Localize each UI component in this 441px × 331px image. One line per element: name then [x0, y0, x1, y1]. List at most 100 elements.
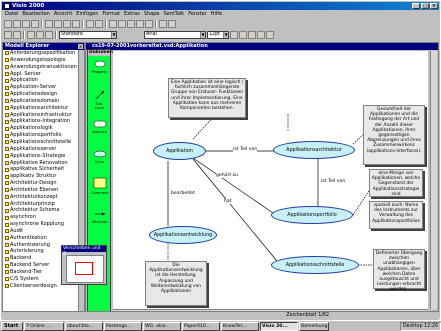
tree-item[interactable]: Anwendungstransaktionen: [5, 64, 84, 71]
stencil-instance[interactable]: Instance: [91, 120, 108, 134]
size-combo[interactable]: 12pt ▼: [207, 31, 229, 39]
close-icon[interactable]: ×: [78, 44, 83, 49]
tree-item[interactable]: Application-Server: [5, 84, 84, 91]
connector-tool-icon[interactable]: [118, 20, 126, 28]
tree-item[interactable]: Architektur-Design: [5, 180, 84, 187]
node-applikationsarchitektur[interactable]: Applikationsarchitektur: [273, 141, 355, 159]
style-combo[interactable]: Standard ▼: [59, 31, 117, 39]
tree-item[interactable]: Applikations-Strategie: [5, 153, 84, 160]
font-combo[interactable]: Arial ▼: [144, 31, 206, 39]
tree-item[interactable]: applikativ Struktur: [5, 173, 84, 180]
tree-item[interactable]: Applikative Renovation: [5, 160, 84, 167]
menu-format[interactable]: Format: [102, 11, 120, 18]
line-tool-icon[interactable]: [145, 20, 153, 28]
task-visio[interactable]: Visio 20...: [260, 321, 298, 331]
tree-item[interactable]: Applikationsportfolio: [5, 132, 84, 139]
line-color-icon[interactable]: [257, 31, 265, 39]
note-architektur[interactable]: Gesamtheit der Applikationen und die Fes…: [363, 105, 425, 165]
note-applikation[interactable]: Eine Applikation ist eine logisch / fach…: [168, 78, 246, 118]
tree-item[interactable]: Applicationsdesign: [5, 91, 84, 98]
undo-icon[interactable]: [86, 20, 94, 28]
tree-item[interactable]: Applikationsarchitektur: [5, 105, 84, 112]
task-t-online[interactable]: T-Online ...: [24, 321, 64, 331]
zoom-icon[interactable]: [159, 20, 167, 28]
pan-zoom-preview[interactable]: [66, 255, 104, 283]
tree-item[interactable]: Applikationsserver: [5, 146, 84, 153]
menu-datei[interactable]: Datei: [5, 11, 18, 18]
tray-desktop-label[interactable]: Desktop: [403, 324, 423, 329]
stencil-property[interactable]: Property: [91, 60, 108, 74]
pan-zoom-window[interactable]: Verschieben und Z...: [61, 245, 107, 285]
task-posteingang[interactable]: Postengs...: [104, 321, 142, 331]
tree-item[interactable]: Applikations-Integration: [5, 118, 84, 125]
fill-color-icon[interactable]: [266, 31, 274, 39]
format-painter-icon[interactable]: [72, 20, 80, 28]
tree-item[interactable]: Anwendungstopologie: [5, 57, 84, 64]
help-icon[interactable]: [168, 20, 176, 28]
pointer-tool-icon[interactable]: [109, 20, 117, 28]
open-icon[interactable]: [13, 20, 21, 28]
tree-item[interactable]: Architektur Schema: [5, 207, 84, 214]
underline-icon[interactable]: [45, 31, 53, 39]
tree-item[interactable]: applikative Sicherheit: [5, 166, 84, 173]
menu-ansicht[interactable]: Ansicht: [54, 11, 72, 18]
tree-item[interactable]: Appl. Server: [5, 71, 84, 78]
task-bemerkung[interactable]: Bemerkung...: [299, 321, 329, 331]
task-paper[interactable]: Paper010...: [182, 321, 220, 331]
copy-icon[interactable]: [54, 20, 62, 28]
stencil-class[interactable]: Class: [91, 150, 108, 164]
tree-item[interactable]: Applikationsinfrastruktur: [5, 112, 84, 119]
viewport-rectangle[interactable]: [75, 262, 93, 275]
drawing-canvas[interactable]: Applikation Applikationsarchitektur Appl…: [113, 51, 428, 309]
close-button[interactable]: ×: [430, 3, 438, 9]
stencil-attribute[interactable]: Attribute: [91, 210, 108, 224]
tree-item[interactable]: Architekturkonzept: [5, 194, 84, 201]
align-left-icon[interactable]: [230, 31, 238, 39]
menu-fenster[interactable]: Fenster: [188, 11, 207, 18]
maximize-button[interactable]: □: [421, 3, 429, 9]
menu-semtalk[interactable]: SemTalk: [163, 11, 184, 18]
tree-item[interactable]: Anforderungsspezifikation: [5, 50, 84, 57]
tree-item[interactable]: Audit: [5, 228, 84, 235]
style-icon[interactable]: [4, 31, 12, 39]
node-applikation[interactable]: Applikation: [153, 142, 206, 160]
tree-item[interactable]: Architektur Ebenen: [5, 187, 84, 194]
rectangle-tool-icon[interactable]: [136, 20, 144, 28]
text-tool-icon[interactable]: [127, 20, 135, 28]
save-icon[interactable]: [22, 20, 30, 28]
tree-item[interactable]: Applikationslogik: [5, 125, 84, 132]
tree-item[interactable]: asynchron: [5, 214, 84, 221]
tree-item[interactable]: Authentikation: [5, 235, 84, 242]
note-portfolio-instrument[interactable]: speziell auch: Name des Instruments zur …: [369, 201, 423, 229]
layer-icon[interactable]: [13, 31, 21, 39]
stencil-comment[interactable]: Comment: [91, 177, 109, 195]
note-portfolio-menge[interactable]: eine Menge von Applikationen, welche Geg…: [369, 169, 423, 197]
tree-item[interactable]: Applikationsschnittstelle: [5, 139, 84, 146]
task-wg-akiv[interactable]: WG: akiv...: [143, 321, 181, 331]
tree-item[interactable]: Architekturprinzip: [5, 201, 84, 208]
node-applikationsportfolio[interactable]: Applikationsportfolio: [271, 206, 353, 224]
note-entwicklung[interactable]: Die Applikationsentwicklung ist die Hers…: [145, 261, 207, 306]
menu-bearbeiten[interactable]: Bearbeiten: [22, 11, 49, 18]
bold-icon[interactable]: [27, 31, 35, 39]
paste-icon[interactable]: [63, 20, 71, 28]
print-icon[interactable]: [31, 20, 39, 28]
menu-einfuegen[interactable]: Einfügen: [76, 11, 98, 18]
vertical-scrollbar[interactable]: [430, 51, 437, 309]
task-knowtec[interactable]: KnowTec...: [221, 321, 259, 331]
minimize-button[interactable]: _: [412, 3, 420, 9]
italic-icon[interactable]: [36, 31, 44, 39]
cut-icon[interactable]: [45, 20, 53, 28]
start-button[interactable]: Start: [1, 321, 23, 331]
menu-hilfe[interactable]: Hilfe: [211, 11, 222, 18]
node-applikationsschnittstelle[interactable]: Applikationsschnittstelle: [271, 256, 359, 274]
stencil-subclass[interactable]: Sub-Class: [91, 90, 108, 110]
node-applikationsentwicklung[interactable]: Applikationsentwicklung: [149, 226, 217, 244]
tree-item[interactable]: Application: [5, 77, 84, 84]
note-schnittstelle[interactable]: Definierter Übergang zwischen unabhängig…: [373, 249, 425, 292]
align-right-icon[interactable]: [248, 31, 256, 39]
redo-icon[interactable]: [95, 20, 103, 28]
menu-extras[interactable]: Extras: [124, 11, 140, 18]
task-about-blank[interactable]: about:ble...: [65, 321, 103, 331]
tree-item[interactable]: Applicationsdomain: [5, 98, 84, 105]
